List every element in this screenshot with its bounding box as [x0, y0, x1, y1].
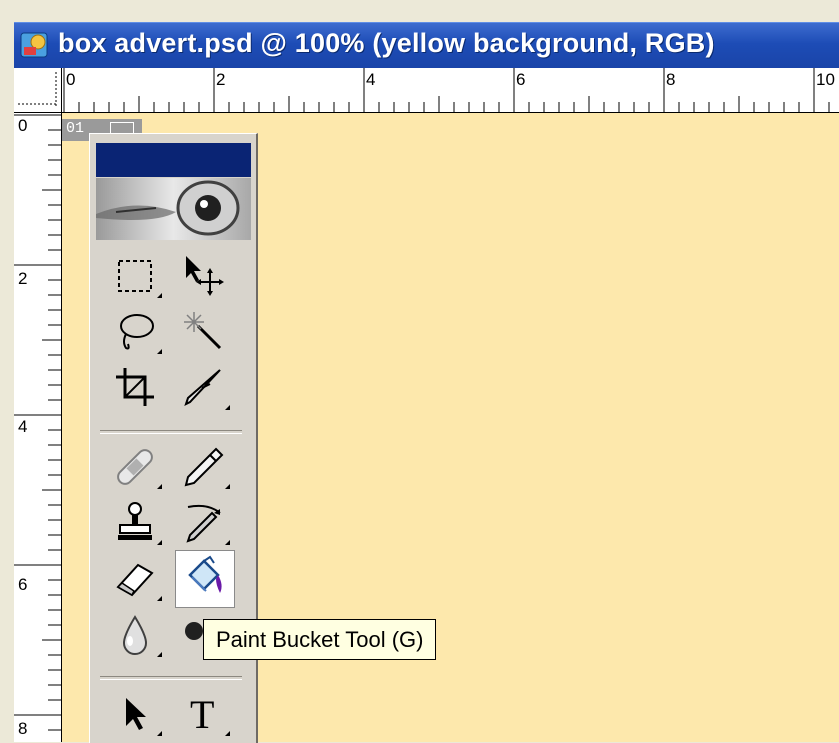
lasso-tool[interactable]	[108, 304, 166, 360]
slice-tool[interactable]	[176, 360, 234, 416]
vertical-ruler[interactable]: 0 2 4 6 8	[14, 113, 62, 742]
tools-separator	[100, 430, 242, 434]
type-tool[interactable]: T	[176, 686, 234, 742]
tools-separator	[100, 676, 242, 680]
ruler-label: 10	[816, 70, 835, 89]
photoshop-eye-logo[interactable]	[96, 178, 251, 240]
drop-icon	[122, 615, 148, 655]
arrow-icon	[126, 698, 146, 730]
healing-brush-tool[interactable]	[108, 439, 166, 495]
paint-bucket-icon	[188, 555, 222, 593]
brush-tool[interactable]	[176, 439, 234, 495]
blur-tool[interactable]	[108, 607, 166, 663]
move-icon	[186, 256, 224, 296]
magic-wand-tool[interactable]	[176, 304, 234, 360]
ruler-label: 4	[18, 417, 28, 436]
horizontal-ruler[interactable]: 0 2 4 6 8 10	[62, 68, 839, 113]
ruler-origin-corner[interactable]	[14, 68, 62, 113]
type-icon: T	[190, 692, 214, 736]
crop-icon	[116, 368, 154, 406]
paint-bucket-tool[interactable]	[175, 550, 235, 608]
document-title-bar[interactable]: box advert.psd @ 100% (yellow background…	[14, 22, 839, 69]
tool-tooltip: Paint Bucket Tool (G)	[203, 619, 437, 660]
ruler-label: 8	[666, 70, 676, 89]
ruler-label: 2	[216, 70, 226, 89]
crop-tool[interactable]	[108, 360, 166, 416]
move-tool[interactable]	[176, 248, 234, 304]
ruler-label: 6	[516, 70, 526, 89]
eraser-icon	[116, 563, 154, 597]
ruler-label: 4	[366, 70, 376, 89]
history-brush-tool[interactable]	[176, 495, 234, 551]
clone-stamp-tool[interactable]	[108, 495, 166, 551]
magic-wand-icon	[184, 312, 222, 350]
ruler-label: 8	[18, 719, 28, 738]
pencil-icon	[184, 447, 224, 487]
path-selection-tool[interactable]	[108, 686, 166, 742]
lasso-icon	[120, 314, 154, 350]
ruler-label: 6	[18, 575, 28, 594]
ruler-label: 2	[18, 269, 28, 288]
ruler-label: 0	[18, 116, 28, 135]
stamp-icon	[118, 502, 152, 540]
history-brush-icon	[186, 504, 221, 543]
rectangular-marquee-tool[interactable]	[108, 248, 166, 304]
ruler-origin-icon	[18, 72, 58, 108]
slice-knife-icon	[184, 369, 221, 406]
slice-number: 01	[66, 120, 85, 137]
palette-title-bar[interactable]	[96, 143, 251, 177]
photoshop-document-icon	[20, 32, 48, 58]
marquee-icon	[118, 260, 152, 292]
ruler-label: 0	[66, 70, 76, 89]
document-title: box advert.psd @ 100% (yellow background…	[58, 28, 715, 58]
eye-logo-icon	[96, 178, 251, 240]
eraser-tool[interactable]	[108, 551, 166, 607]
bandage-icon	[117, 449, 153, 485]
type-tool-glyph: T	[190, 692, 214, 736]
